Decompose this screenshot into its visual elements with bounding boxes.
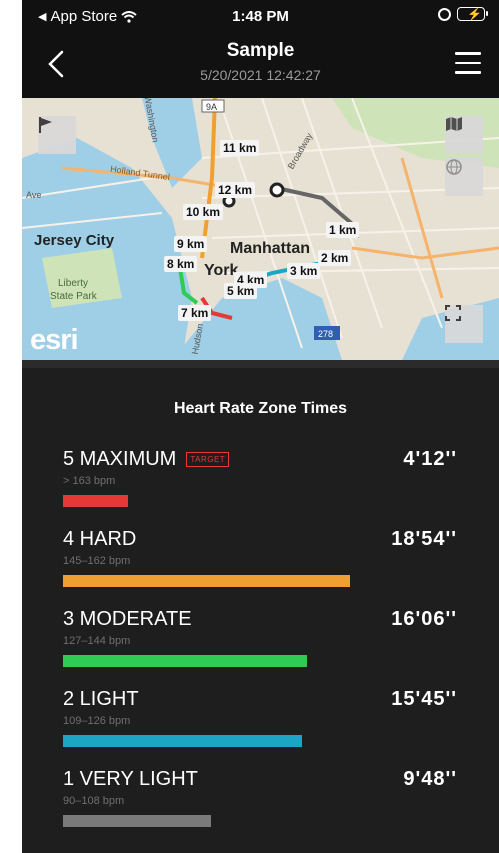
globe-icon [446,159,462,175]
status-right: ⚡ [438,7,488,21]
zone-bar [63,575,350,587]
page-subtitle: 5/20/2021 12:42:27 [200,67,321,83]
zone-time: 9'48'' [403,768,457,790]
flag-icon [39,117,52,133]
flag-button[interactable] [38,116,76,154]
zone-time: 16'06'' [391,608,457,630]
menu-button[interactable] [455,52,481,74]
page-title: Sample [226,40,295,61]
zone-bar [63,495,128,507]
status-bar: ◀ App Store 1:48 PM ⚡ [22,0,499,34]
map-type-button[interactable] [445,116,483,154]
zone-range: 127–144 bpm [63,635,131,647]
map-label-manhattan: Manhattan [230,240,310,257]
km-marker-10: 10 km [183,204,224,220]
zone-row-moderate: 3 MODERATE 127–144 bpm 16'06'' [22,608,499,688]
km-marker-1: 1 km [326,222,360,238]
km-marker-8: 8 km [164,256,198,272]
divider [22,360,499,368]
zone-time: 15'45'' [391,688,457,710]
zone-time: 4'12'' [403,448,457,470]
km-marker-2: 2 km [318,250,352,266]
esri-logo: esri [30,324,79,356]
km-marker-12: 12 km [215,182,256,198]
map-canvas: 9A 278 [22,98,499,360]
target-badge: TARGET [186,452,230,467]
zone-name-wrap: 5 MAXIMUM TARGET [63,448,230,471]
zone-range: 145–162 bpm [63,555,131,567]
zone-name: 4 HARD [63,528,137,550]
km-marker-11: 11 km [220,140,260,156]
km-marker-3: 3 km [287,263,321,279]
globe-button[interactable] [445,158,483,196]
road-shield-9a: 9A [206,102,217,112]
zone-name: 2 LIGHT [63,688,139,710]
nav-bar: Sample 5/20/2021 12:42:27 [22,34,499,98]
heart-rate-zones-panel: Heart Rate Zone Times 5 MAXIMUM TARGET >… [22,368,499,853]
zone-row-maximum: 5 MAXIMUM TARGET > 163 bpm 4'12'' [22,448,499,528]
zone-row-hard: 4 HARD 145–162 bpm 18'54'' [22,528,499,608]
zones-heading: Heart Rate Zone Times [173,400,348,417]
expand-icon [445,305,461,321]
zone-range: 90–108 bpm [63,795,125,807]
zone-name: 1 VERY LIGHT [63,768,198,790]
zone-bar [63,655,307,667]
map-label-liberty: Liberty [58,278,89,289]
zone-name: 3 MODERATE [63,608,192,630]
route-map[interactable]: 9A 278 Jersey City Manhattan Liberty Sta… [22,98,499,360]
zone-range: 109–126 bpm [63,715,131,727]
zone-name: 5 MAXIMUM [63,448,177,470]
zone-bar [63,735,302,747]
zone-row-light: 2 LIGHT 109–126 bpm 15'45'' [22,688,499,768]
map-label-ave: Ave [26,190,42,200]
zone-bar [63,815,211,827]
zone-range: > 163 bpm [63,475,116,487]
km-marker-5: 5 km [224,283,258,299]
zone-time: 18'54'' [391,528,457,550]
km-marker-9: 9 km [174,236,208,252]
road-shield-278: 278 [318,329,333,339]
battery-icon: ⚡ [457,7,488,21]
orientation-lock-icon [438,7,451,21]
map-icon [446,117,462,131]
fullscreen-button[interactable] [445,305,483,343]
status-time: 1:48 PM [232,8,289,25]
km-marker-7: 7 km [178,305,212,321]
map-label-jersey-city: Jersey City [34,232,115,249]
app-screen: ◀ App Store 1:48 PM ⚡ Sample 5/20/2021 1… [22,0,499,853]
map-label-state-park: State Park [50,291,97,302]
zone-row-very-light: 1 VERY LIGHT 90–108 bpm 9'48'' [22,768,499,848]
